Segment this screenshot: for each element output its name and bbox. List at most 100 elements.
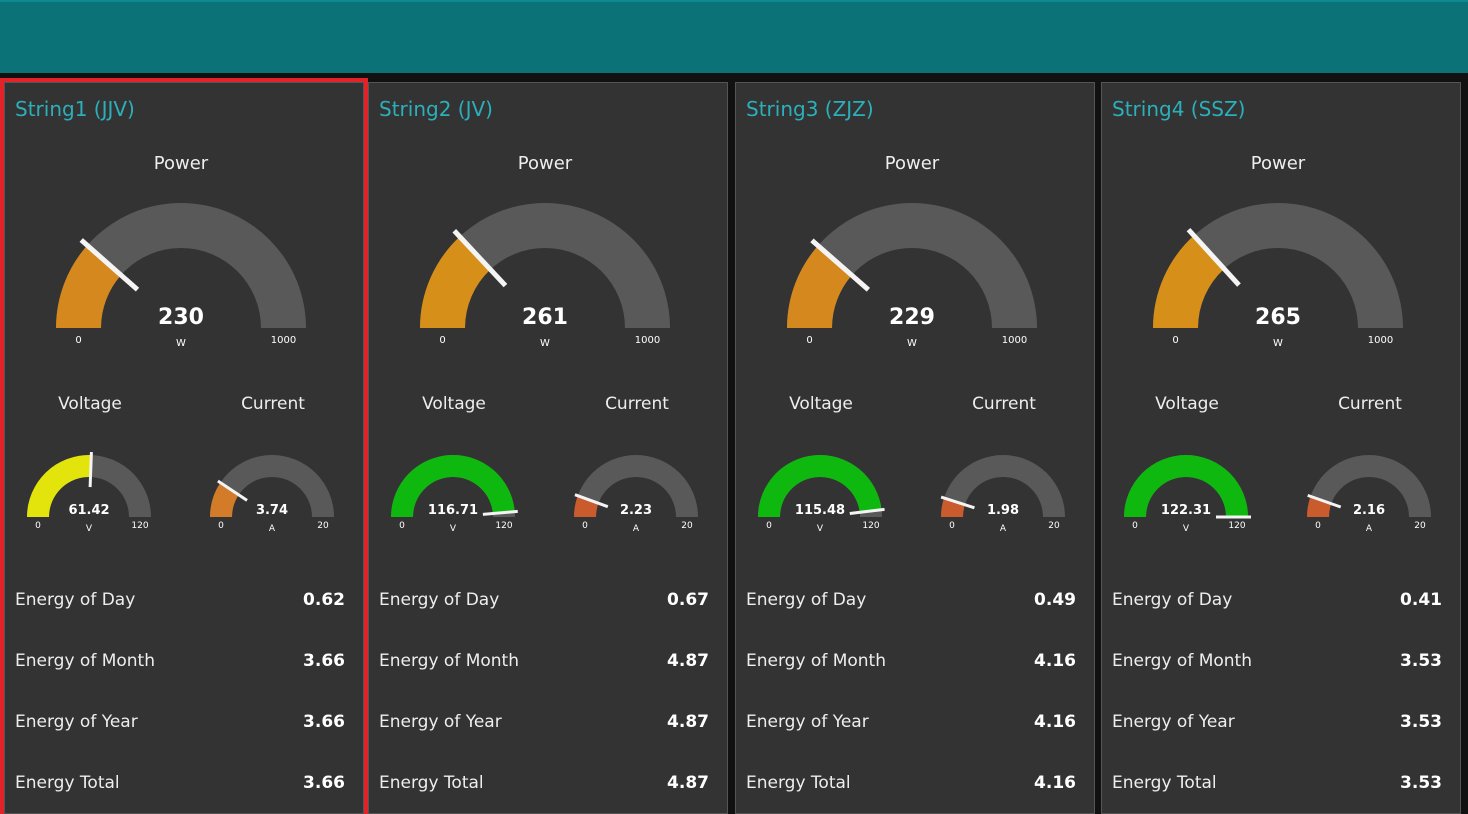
energy-total-value: 4.16 [1034,773,1076,793]
energy-year-value: 4.87 [667,712,709,732]
power-min: 0 [75,335,81,346]
power-min: 0 [439,335,445,346]
voltage-max: 120 [131,521,148,531]
voltage-gauge: 61.42 V 0 120 [27,451,151,534]
energy-year-row: Energy of Year 4.16 [746,712,1076,736]
energy-year-row: Energy of Year 3.53 [1112,712,1442,736]
energy-year-value: 3.53 [1400,712,1442,732]
gauges: 230 W 0 1000 61.42 V 0 120 3.74 A 0 20 [27,203,334,534]
current-min: 0 [1315,521,1321,531]
energy-total-row: Energy Total 3.66 [15,773,345,797]
current-max: 20 [1048,521,1060,531]
energy-total-row: Energy Total 4.87 [379,773,709,797]
power-unit: W [1273,338,1283,349]
string-card-4: String4 (SSZ) Power Voltage Current Ener… [1101,82,1461,814]
voltage-gauge: 122.31 V 0 120 [1124,455,1251,534]
power-value: 265 [1255,305,1301,330]
power-gauge: 261 W 0 1000 [420,203,670,349]
energy-total-row: Energy Total 4.16 [746,773,1076,797]
energy-year-label: Energy of Year [1112,712,1235,732]
energy-month-value: 4.16 [1034,651,1076,671]
gauges: 265 W 0 1000 122.31 V 0 120 2.16 A 0 20 [1124,203,1431,534]
voltage-gauge: 115.48 V 0 120 [758,454,885,534]
energy-day-label: Energy of Day [379,590,500,610]
current-min: 0 [218,521,224,531]
gauges: 229 W 0 1000 115.48 V 0 120 1.98 A 0 20 [758,203,1065,534]
energy-month-value: 4.87 [667,651,709,671]
current-max: 20 [317,521,329,531]
energy-day-label: Energy of Day [1112,590,1233,610]
energy-year-label: Energy of Year [15,712,138,732]
power-unit: W [540,338,550,349]
current-max: 20 [1414,521,1426,531]
energy-day-row: Energy of Day 0.49 [746,590,1076,614]
energy-day-row: Energy of Day 0.62 [15,590,345,614]
power-gauge: 265 W 0 1000 [1153,203,1403,349]
current-gauge: 1.98 A 0 20 [940,455,1065,534]
voltage-min: 0 [766,521,772,531]
energy-month-row: Energy of Month 4.16 [746,651,1076,675]
voltage-unit: V [1183,524,1190,534]
power-value: 229 [889,305,935,330]
current-gauge: 3.74 A 0 20 [210,455,334,534]
energy-year-label: Energy of Year [746,712,869,732]
energy-year-value: 3.66 [303,712,345,732]
current-value: 1.98 [987,503,1019,518]
energy-year-row: Energy of Year 3.66 [15,712,345,736]
power-value: 230 [158,305,204,330]
current-max: 20 [681,521,693,531]
energy-year-value: 4.16 [1034,712,1076,732]
energy-total-row: Energy Total 3.53 [1112,773,1442,797]
voltage-min: 0 [35,521,41,531]
energy-month-row: Energy of Month 4.87 [379,651,709,675]
voltage-value: 116.71 [428,503,478,518]
power-max: 1000 [1002,335,1027,346]
power-max: 1000 [635,335,660,346]
energy-day-row: Energy of Day 0.67 [379,590,709,614]
current-unit: A [1000,524,1007,534]
voltage-min: 0 [399,521,405,531]
energy-total-label: Energy Total [1112,773,1217,793]
current-unit: A [1366,524,1373,534]
energy-month-value: 3.53 [1400,651,1442,671]
energy-day-value: 0.67 [667,590,709,610]
voltage-gauge: 116.71 V 0 120 [391,455,518,534]
power-gauge: 230 W 0 1000 [56,203,306,349]
current-unit: A [269,524,276,534]
string-card-3: String3 (ZJZ) Power Voltage Current Ener… [735,82,1095,814]
voltage-value: 115.48 [795,503,845,518]
voltage-max: 120 [862,521,879,531]
energy-month-row: Energy of Month 3.66 [15,651,345,675]
energy-day-row: Energy of Day 0.41 [1112,590,1442,614]
energy-month-row: Energy of Month 3.53 [1112,651,1442,675]
energy-total-value: 3.66 [303,773,345,793]
power-unit: W [907,338,917,349]
voltage-value: 122.31 [1161,503,1211,518]
current-unit: A [633,524,640,534]
voltage-max: 120 [1228,521,1245,531]
gauges: 261 W 0 1000 116.71 V 0 120 2.23 A 0 20 [391,203,698,534]
voltage-max: 120 [495,521,512,531]
string-card-1: String1 (JJV) Power Voltage Current Ener… [0,78,368,814]
power-min: 0 [806,335,812,346]
energy-month-label: Energy of Month [379,651,519,671]
energy-total-value: 4.87 [667,773,709,793]
voltage-value: 61.42 [68,503,109,518]
voltage-gauge-needle [88,451,93,488]
power-gauge: 229 W 0 1000 [787,203,1037,349]
power-max: 1000 [271,335,296,346]
energy-total-label: Energy Total [746,773,851,793]
energy-day-value: 0.49 [1034,590,1076,610]
energy-day-value: 0.62 [303,590,345,610]
energy-month-label: Energy of Month [1112,651,1252,671]
energy-month-label: Energy of Month [746,651,886,671]
power-unit: W [176,338,186,349]
energy-total-value: 3.53 [1400,773,1442,793]
energy-year-row: Energy of Year 4.87 [379,712,709,736]
energy-day-value: 0.41 [1400,590,1442,610]
voltage-unit: V [86,524,93,534]
power-max: 1000 [1368,335,1393,346]
dashboard-header [0,0,1468,73]
power-value: 261 [522,305,568,330]
energy-total-label: Energy Total [379,773,484,793]
